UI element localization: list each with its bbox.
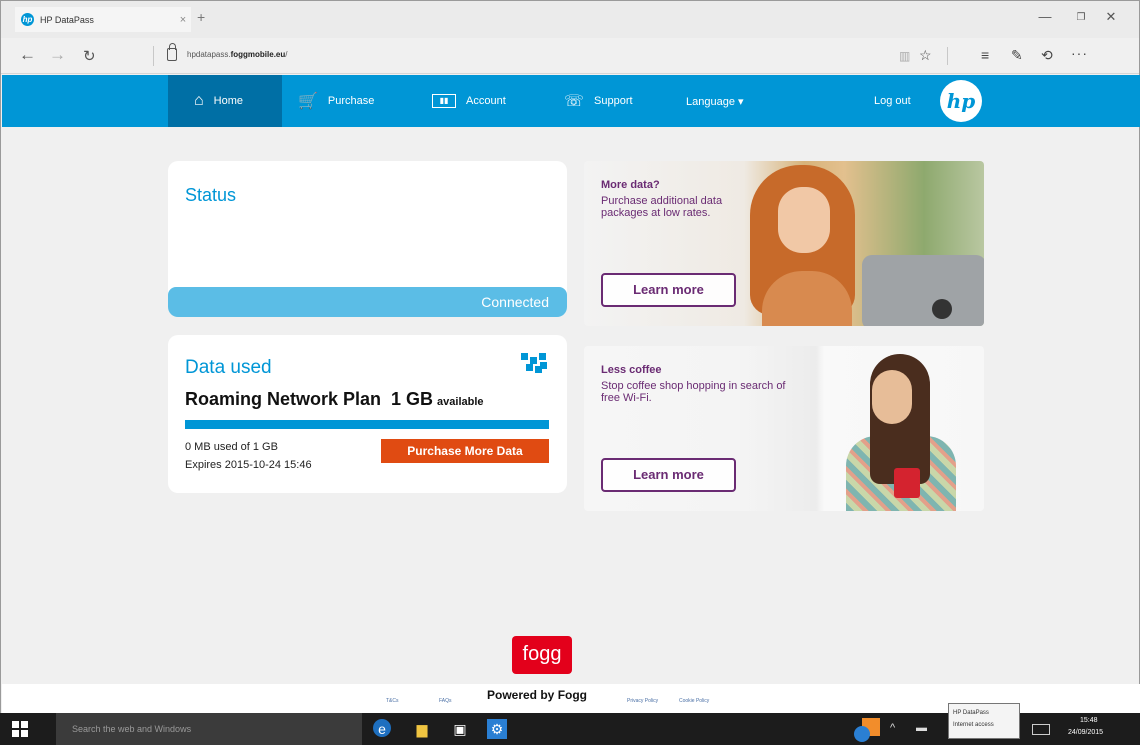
address-bar[interactable]: hpdatapass.foggmobile.eu/ [187, 50, 288, 59]
footer-link-privacy[interactable]: Privacy Policy [627, 698, 658, 704]
data-used-title: Data used [185, 357, 272, 378]
available-label: available [437, 396, 484, 408]
purchase-more-data-button[interactable]: Purchase More Data [381, 439, 549, 463]
expires-text: Expires 2015-10-24 15:46 [185, 459, 312, 471]
clock-time[interactable]: 15:48 [1080, 717, 1098, 724]
used-text: 0 MB used of 1 GB [185, 441, 278, 453]
minimize-icon[interactable]: — [1027, 9, 1063, 24]
nav-purchase[interactable]: 🛒 Purchase [298, 75, 374, 127]
hp-logo[interactable]: hp [940, 80, 982, 122]
more-icon[interactable]: ··· [1071, 45, 1088, 61]
browser-window: hp HP DataPass × + — ❐ ✕ ← → ↻ hpdatapas… [0, 0, 1140, 745]
plan-summary: Roaming Network Plan 1 GB available [185, 389, 484, 410]
web-note-icon[interactable]: ✎ [1011, 47, 1023, 64]
window-close-icon[interactable]: ✕ [1093, 9, 1129, 25]
address-suffix: / [285, 50, 288, 59]
nav-language-label: Language ▾ [686, 95, 744, 108]
connection-status: Connected [481, 294, 549, 310]
tooltip-line-2: Internet access [953, 722, 994, 728]
fogg-logo[interactable]: fogg [512, 636, 572, 674]
promo-photo-woman [750, 161, 860, 326]
footer-link-cookie[interactable]: Cookie Policy [679, 698, 709, 704]
favorite-star-icon[interactable]: ☆ [919, 47, 932, 64]
hp-datapass-tray-icon[interactable] [854, 718, 880, 742]
reading-view-icon[interactable]: ▥ [899, 49, 910, 63]
store-icon[interactable]: ▣ [450, 719, 470, 739]
windows-start-icon[interactable] [12, 721, 28, 737]
connection-status-bar: Connected [168, 287, 567, 317]
status-card: Status Connected [168, 161, 567, 317]
hub-icon[interactable]: ≡ [981, 47, 989, 63]
status-title: Status [185, 185, 237, 205]
data-used-card: Data used Roaming Network Plan 1 GB availa… [168, 335, 567, 493]
forward-arrow-icon[interactable]: → [49, 45, 66, 65]
promo-body: Stop coffee shop hopping in search of fr… [601, 380, 786, 404]
address-host: foggmobile.eu [230, 50, 286, 59]
clock-date[interactable]: 24/09/2015 [1068, 729, 1103, 736]
promo-heading: Less coffee [601, 364, 662, 376]
hp-tablet-logo-icon [932, 299, 952, 319]
lock-icon [167, 43, 177, 61]
tab-close-icon[interactable]: × [175, 14, 191, 26]
nav-support[interactable]: ☏ Support [564, 75, 633, 127]
address-prefix: hpdatapass. [187, 50, 231, 59]
tray-expand-icon[interactable]: ^ [890, 722, 895, 734]
footer-link-faqs[interactable]: FAQs [439, 698, 452, 704]
learn-more-button[interactable]: Learn more [601, 458, 736, 492]
edge-browser-icon[interactable]: e [373, 719, 391, 737]
powered-by-text: Powered by Fogg [487, 688, 588, 702]
support-icon: ☏ [564, 93, 585, 110]
tooltip-line-1: HP DataPass [953, 710, 989, 716]
browser-tab[interactable]: hp HP DataPass × [15, 7, 191, 32]
reload-icon[interactable]: ↻ [83, 47, 96, 65]
promo-body: Purchase additional data packages at low… [601, 195, 723, 219]
usage-progress-bar [185, 420, 549, 429]
home-icon: ⌂ [194, 92, 204, 109]
nav-home[interactable]: ⌂ Home [168, 75, 282, 127]
nav-account[interactable]: ▮▮ Account [432, 75, 506, 127]
file-explorer-icon[interactable]: ▆ [412, 719, 432, 739]
nav-logout-label: Log out [874, 95, 911, 107]
nav-home-label: Home [213, 95, 244, 107]
plan-amount: 1 GB [391, 389, 434, 409]
share-icon[interactable]: ⟲ [1041, 47, 1053, 64]
plan-name: Roaming Network Plan [185, 389, 382, 409]
back-arrow-icon[interactable]: ← [19, 45, 36, 65]
site-header: ⌂ Home 🛒 Purchase ▮▮ Account ☏ Support L… [2, 75, 1140, 127]
pixel-data-icon [521, 353, 547, 375]
new-tab-button[interactable]: + [197, 9, 205, 25]
nav-purchase-label: Purchase [327, 95, 375, 107]
tab-bar: hp HP DataPass × + — ❐ ✕ [1, 1, 1139, 38]
learn-more-button[interactable]: Learn more [601, 273, 736, 307]
keyboard-icon[interactable] [1032, 724, 1050, 735]
promo-less-coffee: Less coffee Stop coffee shop hopping in … [584, 346, 984, 511]
promo-photo-tablet [862, 255, 984, 326]
nav-support-label: Support [594, 95, 633, 107]
promo-photo-woman-coffee [834, 346, 984, 511]
network-icon[interactable]: ▬ [916, 722, 927, 734]
settings-app-icon[interactable]: ⚙ [487, 719, 507, 739]
tray-tooltip: HP DataPass Internet access [948, 703, 1020, 739]
promo-heading: More data? [601, 179, 660, 191]
account-chart-icon: ▮▮ [432, 94, 456, 108]
cart-icon: 🛒 [298, 93, 318, 110]
taskbar-search-input[interactable]: Search the web and Windows [56, 713, 362, 745]
divider [153, 46, 154, 66]
hp-favicon-icon: hp [21, 13, 34, 26]
browser-nav-bar: ← → ↻ hpdatapass.foggmobile.eu/ ▥ ☆ ≡ ✎ … [1, 38, 1139, 74]
nav-language[interactable]: Language ▾ [686, 75, 744, 127]
tab-title: HP DataPass [40, 14, 94, 25]
footer-link-tcs[interactable]: T&Cs [386, 698, 399, 704]
nav-account-label: Account [466, 95, 506, 107]
divider [947, 47, 948, 65]
promo-more-data: More data? Purchase additional data pack… [584, 161, 984, 326]
nav-logout[interactable]: Log out [874, 75, 911, 127]
